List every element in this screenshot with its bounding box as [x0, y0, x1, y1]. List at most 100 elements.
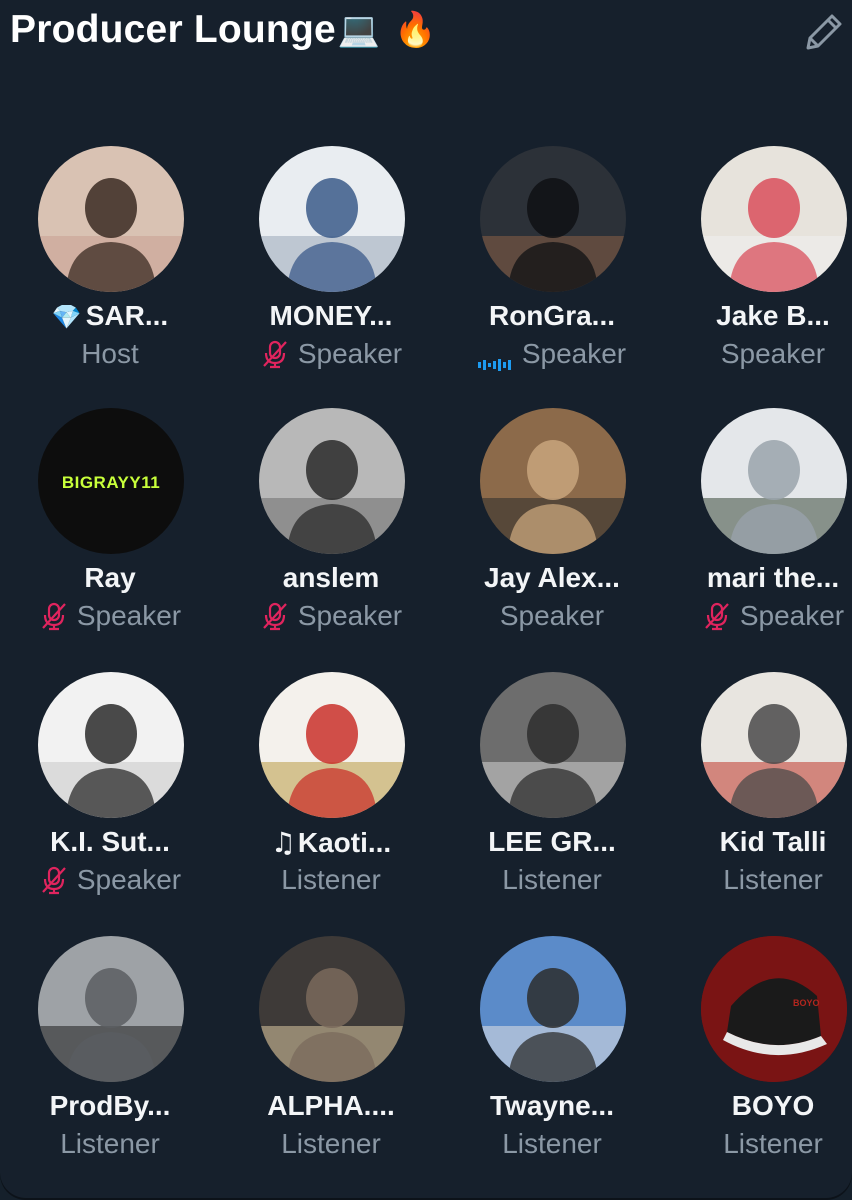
mic-muted-icon	[39, 865, 69, 895]
participant-role: Listener	[221, 864, 441, 896]
avatar-image	[480, 936, 626, 1082]
mic-muted-icon	[260, 601, 290, 631]
participant-card[interactable]: BOYO BOYO Listener	[663, 936, 852, 1176]
participant-name-text: MONEY...	[269, 300, 393, 331]
avatar-image	[38, 146, 184, 292]
participant-name-text: Jake B...	[716, 300, 830, 331]
participant-card[interactable]: 💎 SAR... Host	[0, 146, 220, 386]
participant-role: Listener	[0, 1128, 220, 1160]
avatar[interactable]	[701, 408, 847, 554]
diamond-icon: 💎	[51, 303, 82, 331]
space-title: Producer Lounge 💻 🔥	[10, 8, 437, 52]
avatar[interactable]: BOYO	[701, 936, 847, 1082]
avatar[interactable]	[259, 936, 405, 1082]
participant-role-text: Speaker	[76, 600, 182, 631]
participant-name-text: ALPHA....	[267, 1090, 395, 1121]
participant-role-text: Speaker	[521, 338, 627, 369]
avatar[interactable]	[480, 672, 626, 818]
participant-name: Ray	[0, 562, 220, 594]
participant-role-text: Listener	[60, 1128, 160, 1159]
participant-name: K.I. Sut...	[0, 826, 220, 858]
participant-card[interactable]: mari the... Speaker	[663, 408, 852, 648]
participant-role-text: Speaker	[499, 600, 605, 631]
participant-name-text: Jay Alex...	[484, 562, 620, 593]
participant-name: RonGra...	[442, 300, 662, 332]
participant-role: Speaker	[663, 338, 852, 370]
avatar[interactable]	[38, 672, 184, 818]
participant-card[interactable]: ProdBy... Listener	[0, 936, 220, 1176]
participant-card[interactable]: BIGRAYY11 Ray Speaker	[0, 408, 220, 648]
participant-card[interactable]: ♫Kaoti... Listener	[221, 672, 441, 912]
avatar[interactable]	[259, 146, 405, 292]
participant-role: Host	[0, 338, 220, 370]
avatar-image	[38, 672, 184, 818]
avatar[interactable]	[480, 408, 626, 554]
participant-card[interactable]: Twayne... Listener	[442, 936, 662, 1176]
avatar-image	[480, 672, 626, 818]
avatar[interactable]	[480, 146, 626, 292]
participant-card[interactable]: MONEY... Speaker	[221, 146, 441, 386]
mic-muted-icon	[39, 601, 69, 631]
participant-name: BOYO	[663, 1090, 852, 1122]
participant-card[interactable]: K.I. Sut... Speaker	[0, 672, 220, 912]
participant-card[interactable]: anslem Speaker	[221, 408, 441, 648]
avatar-logo-text: BOYO	[793, 998, 820, 1008]
avatar[interactable]	[38, 936, 184, 1082]
participant-name-text: Twayne...	[490, 1090, 614, 1121]
participant-name: Jake B...	[663, 300, 852, 332]
participant-card[interactable]: Kid Talli Listener	[663, 672, 852, 912]
participant-card[interactable]: RonGra... Speaker	[442, 146, 662, 386]
participant-name-text: RonGra...	[488, 300, 615, 331]
avatar[interactable]	[480, 936, 626, 1082]
avatar[interactable]	[701, 146, 847, 292]
participant-name-text: LEE GR...	[488, 826, 616, 857]
avatar-image	[38, 936, 184, 1082]
avatar-image: BOYO	[701, 936, 847, 1082]
participant-role-text: Speaker	[76, 864, 182, 895]
avatar-image	[259, 408, 405, 554]
space-panel: Producer Lounge 💻 🔥 💎 SAR... Host MONEY... S…	[0, 0, 852, 1200]
participant-card[interactable]: LEE GR... Listener	[442, 672, 662, 912]
participant-role: Listener	[442, 864, 662, 896]
avatar[interactable]	[701, 672, 847, 818]
avatar[interactable]	[259, 672, 405, 818]
avatar[interactable]	[38, 146, 184, 292]
avatar[interactable]	[259, 408, 405, 554]
participant-name-text: BOYO	[731, 1090, 815, 1121]
music-note-icon: ♫	[270, 826, 296, 859]
participant-name: mari the...	[663, 562, 852, 594]
participant-role-text: Listener	[502, 864, 602, 895]
participant-role: Speaker	[221, 600, 441, 638]
participant-name: ProdBy...	[0, 1090, 220, 1122]
speaking-indicator-icon	[477, 347, 514, 371]
participant-role: Speaker	[0, 864, 220, 902]
participant-name-text: Kid Talli	[719, 826, 827, 857]
participant-role: Speaker	[442, 600, 662, 632]
participant-role: Listener	[663, 1128, 852, 1160]
participant-role-text: Listener	[281, 1128, 381, 1159]
participant-card[interactable]: ALPHA.... Listener	[221, 936, 441, 1176]
participant-role: Listener	[663, 864, 852, 896]
participant-card[interactable]: Jake B... Speaker	[663, 146, 852, 386]
participant-role-text: Host	[81, 338, 139, 369]
participant-name: Kid Talli	[663, 826, 852, 858]
participant-name-text: Kaoti...	[297, 827, 392, 858]
fire-emoji-icon: 🔥	[394, 10, 437, 50]
avatar-logo-text: BIGRAYY11	[62, 473, 160, 492]
participant-name: LEE GR...	[442, 826, 662, 858]
participant-name-text: Ray	[84, 562, 136, 593]
avatar-image	[259, 936, 405, 1082]
participant-card[interactable]: Jay Alex... Speaker	[442, 408, 662, 648]
laptop-emoji-icon: 💻	[337, 10, 381, 50]
participant-name: Jay Alex...	[442, 562, 662, 594]
avatar-image: BIGRAYY11	[38, 408, 184, 554]
participant-name: MONEY...	[221, 300, 441, 332]
edit-button[interactable]	[800, 8, 848, 56]
avatar-image	[480, 146, 626, 292]
participant-name: 💎 SAR...	[0, 300, 220, 332]
participant-role: Speaker	[0, 600, 220, 638]
pencil-icon	[806, 14, 842, 50]
participant-role: Speaker	[221, 338, 441, 376]
participant-role-text: Speaker	[739, 600, 845, 631]
avatar[interactable]: BIGRAYY11	[38, 408, 184, 554]
